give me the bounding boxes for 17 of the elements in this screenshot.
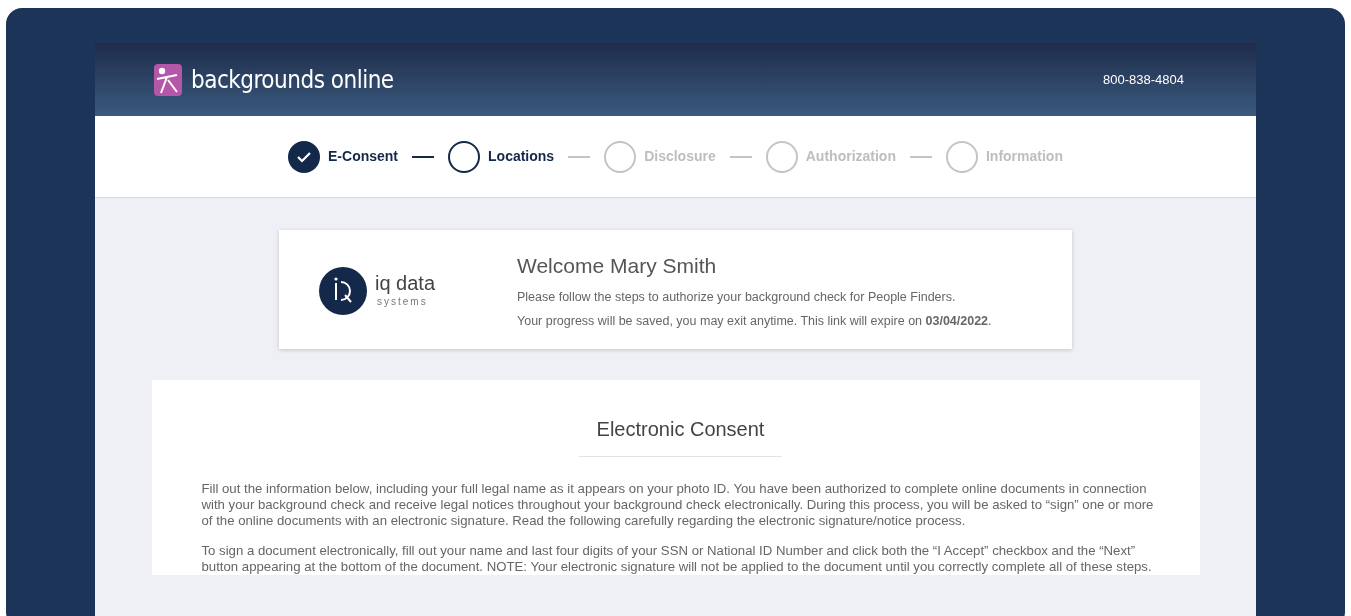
step-label: E-Consent [328, 147, 399, 166]
welcome-text: Your progress will be saved, you may exit anytime. This link will expire on 03/04/2022. [517, 313, 992, 331]
welcome-text: Please follow the steps to authorize your background check for People Finders. [517, 288, 957, 306]
brand-name: backgrounds online [191, 64, 394, 96]
logo-text: iq data [375, 272, 437, 294]
logo-subtext: systems [377, 295, 429, 309]
step-label: Locations [488, 147, 555, 166]
step-label: Disclosure [644, 147, 716, 166]
consent-paragraph: Fill out the information below, including your full legal name as it appears on your photo ID. You have been authorized to complete online documents in connection with your background check and receive legal notices throughout your background check electronically. During this process, you will be asked to “sign” one or more of the online documents with an electronic signature. Read the following carefully regarding the electronic signature/notice process. [201, 481, 1155, 530]
logo-icon [319, 266, 367, 315]
consent-paragraph: To sign a document electronically, fill out your name and last four digits of your SSN or National ID Number and click both the “I Accept” checkbox and the “Next” button appearing at the bottom of the document. NOTE: Your electronic signature will not be applied to the document until you correctly complete all of these steps. [201, 542, 1153, 576]
logo-icon [153, 62, 183, 97]
welcome-title: Welcome Mary Smith [517, 253, 718, 279]
section-title: Electronic Consent [578, 414, 783, 457]
phone-number: 800-838-4804 [1103, 70, 1184, 89]
step-label: Information [985, 147, 1063, 166]
step-label: Authorization [805, 147, 896, 166]
